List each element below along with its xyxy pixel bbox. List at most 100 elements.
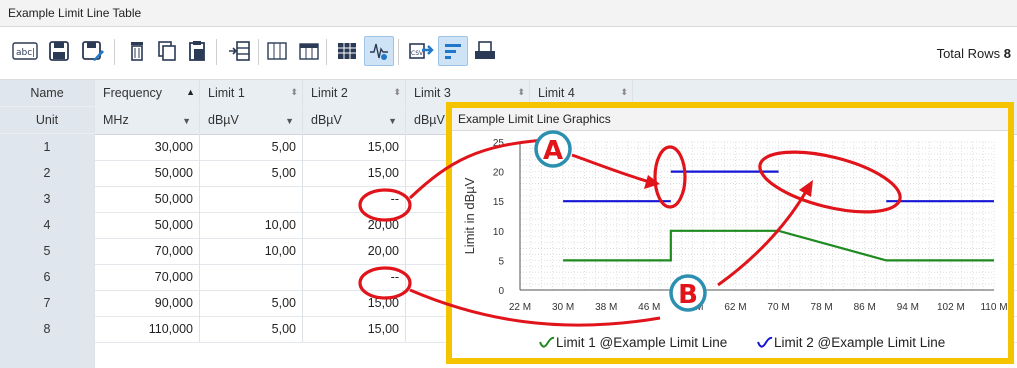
cell-l2[interactable]: 15,00 xyxy=(303,316,406,342)
limit-line-chart[interactable]: 0 5 10 15 20 25 22 M 30 M 38 M 46 M 54 M 62 M 70 M 78… xyxy=(452,130,1008,330)
abc-icon[interactable]: abc| xyxy=(10,36,40,66)
grid-icon[interactable] xyxy=(332,36,362,66)
limit-line-graphic-window: Example Limit Line Graphics 0 5 10 15 20 25 22… xyxy=(446,102,1014,364)
cell-name: 2 xyxy=(0,160,95,186)
unit-limit2-value: dBµV xyxy=(311,113,342,127)
print-icon[interactable] xyxy=(470,36,500,66)
x-tick-label: 78 M xyxy=(811,302,833,313)
unit-limit3-value: dBµV xyxy=(414,113,445,127)
y-tick-label: 10 xyxy=(493,227,505,238)
y-tick-label: 15 xyxy=(493,197,505,208)
column-header-icon[interactable] xyxy=(294,36,324,66)
toolbar: abc| CSV Total Rows 8 xyxy=(0,27,1017,80)
chevron-down-icon: ▼ xyxy=(388,116,397,126)
sort-icon-limit2: ⬍ xyxy=(393,87,401,97)
graphic-title: Example Limit Line Graphics xyxy=(458,112,611,126)
save-icon[interactable] xyxy=(44,36,74,66)
y-tick-label: 5 xyxy=(498,256,504,267)
header-limit3-label: Limit 3 xyxy=(414,86,451,100)
y-axis-label: Limit in dBµV xyxy=(462,177,477,254)
empty-row-header xyxy=(0,342,95,368)
sort-icon-limit1: ⬍ xyxy=(290,87,298,97)
x-tick-label: 62 M xyxy=(724,302,746,313)
y-tick-label: 20 xyxy=(493,168,505,179)
cell-freq[interactable]: 110,000 xyxy=(95,316,200,342)
panel-title: Example Limit Line Table xyxy=(8,6,142,20)
cell-l1[interactable]: 5,00 xyxy=(200,134,303,160)
sort-icon-limit4: ⬍ xyxy=(620,87,628,97)
graphic-title-bar: Example Limit Line Graphics xyxy=(452,108,1008,131)
cell-l1[interactable]: 10,00 xyxy=(200,238,303,264)
limit1-legend-icon xyxy=(539,336,555,348)
x-tick-label: 54 M xyxy=(681,302,703,313)
cell-freq[interactable]: 50,000 xyxy=(95,212,200,238)
x-tick-label: 30 M xyxy=(552,302,574,313)
x-tick-label: 86 M xyxy=(854,302,876,313)
cell-l2[interactable]: 15,00 xyxy=(303,134,406,160)
columns-icon[interactable] xyxy=(262,36,292,66)
svg-text:abc|: abc| xyxy=(16,48,35,58)
total-rows: Total Rows 8 xyxy=(937,46,1011,61)
cell-l1[interactable] xyxy=(200,264,303,290)
cell-freq[interactable]: 70,000 xyxy=(95,238,200,264)
header-limit2[interactable]: Limit 2 ⬍ xyxy=(303,80,406,106)
header-limit4-label: Limit 4 xyxy=(538,86,575,100)
cell-l1[interactable]: 5,00 xyxy=(200,316,303,342)
header-limit1[interactable]: Limit 1 ⬍ xyxy=(200,80,303,106)
limit2-legend-icon xyxy=(757,336,773,348)
cell-freq[interactable]: 50,000 xyxy=(95,186,200,212)
cell-name: 7 xyxy=(0,290,95,316)
cell-name: 4 xyxy=(0,212,95,238)
x-tick-label: 70 M xyxy=(767,302,789,313)
cell-l2[interactable]: 15,00 xyxy=(303,160,406,186)
cell-l2[interactable]: 15,00 xyxy=(303,290,406,316)
cell-freq[interactable]: 30,000 xyxy=(95,134,200,160)
unit-limit2[interactable]: dBµV ▼ xyxy=(303,107,406,133)
legend-limit2: Limit 2 @Example Limit Line xyxy=(774,335,946,350)
cell-l1[interactable]: 10,00 xyxy=(200,212,303,238)
export-csv-icon[interactable]: CSV xyxy=(406,36,436,66)
cell-l1[interactable] xyxy=(200,186,303,212)
sort-asc-icon: ▲ xyxy=(186,87,195,97)
sort-icon[interactable] xyxy=(438,36,468,66)
graph-icon[interactable] xyxy=(364,36,394,66)
cell-name: 5 xyxy=(0,238,95,264)
panel-title-bar: Example Limit Line Table xyxy=(0,0,1017,27)
paste-icon[interactable] xyxy=(182,36,212,66)
legend-limit1: Limit 1 @Example Limit Line xyxy=(556,335,728,350)
cell-freq[interactable]: 50,000 xyxy=(95,160,200,186)
header-name[interactable]: Name xyxy=(0,80,95,106)
header-limit2-label: Limit 2 xyxy=(311,86,348,100)
unit-limit1[interactable]: dBµV ▼ xyxy=(200,107,303,133)
cell-name: 6 xyxy=(0,264,95,290)
cell-l2[interactable]: -- xyxy=(303,186,406,212)
x-tick-label: 22 M xyxy=(509,302,531,313)
unit-label: Unit xyxy=(0,107,95,133)
x-tick-label: 110 M xyxy=(980,302,1007,313)
delete-icon[interactable] xyxy=(122,36,152,66)
x-tick-label: 38 M xyxy=(595,302,617,313)
header-frequency[interactable]: Frequency ▲ xyxy=(95,80,200,106)
cell-freq[interactable]: 90,000 xyxy=(95,290,200,316)
cell-name: 8 xyxy=(0,316,95,342)
cell-l1[interactable]: 5,00 xyxy=(200,160,303,186)
header-limit1-label: Limit 1 xyxy=(208,86,245,100)
insert-row-icon[interactable] xyxy=(224,36,254,66)
cell-freq[interactable]: 70,000 xyxy=(95,264,200,290)
sort-icon-limit3: ⬍ xyxy=(517,87,525,97)
header-frequency-label: Frequency xyxy=(103,86,163,100)
x-tick-label: 94 M xyxy=(897,302,919,313)
cell-l2[interactable]: -- xyxy=(303,264,406,290)
save-as-icon[interactable] xyxy=(78,36,108,66)
cell-name: 3 xyxy=(0,186,95,212)
cell-l1[interactable]: 5,00 xyxy=(200,290,303,316)
copy-icon[interactable] xyxy=(152,36,182,66)
chevron-down-icon: ▼ xyxy=(182,116,191,126)
x-tick-label: 102 M xyxy=(937,302,965,313)
cell-l2[interactable]: 20,00 xyxy=(303,212,406,238)
unit-frequency[interactable]: MHz ▼ xyxy=(95,107,200,133)
cell-l2[interactable]: 20,00 xyxy=(303,238,406,264)
total-rows-label: Total Rows xyxy=(936,46,1001,61)
total-rows-value: 8 xyxy=(1003,46,1011,61)
unit-limit1-value: dBµV xyxy=(208,113,239,127)
